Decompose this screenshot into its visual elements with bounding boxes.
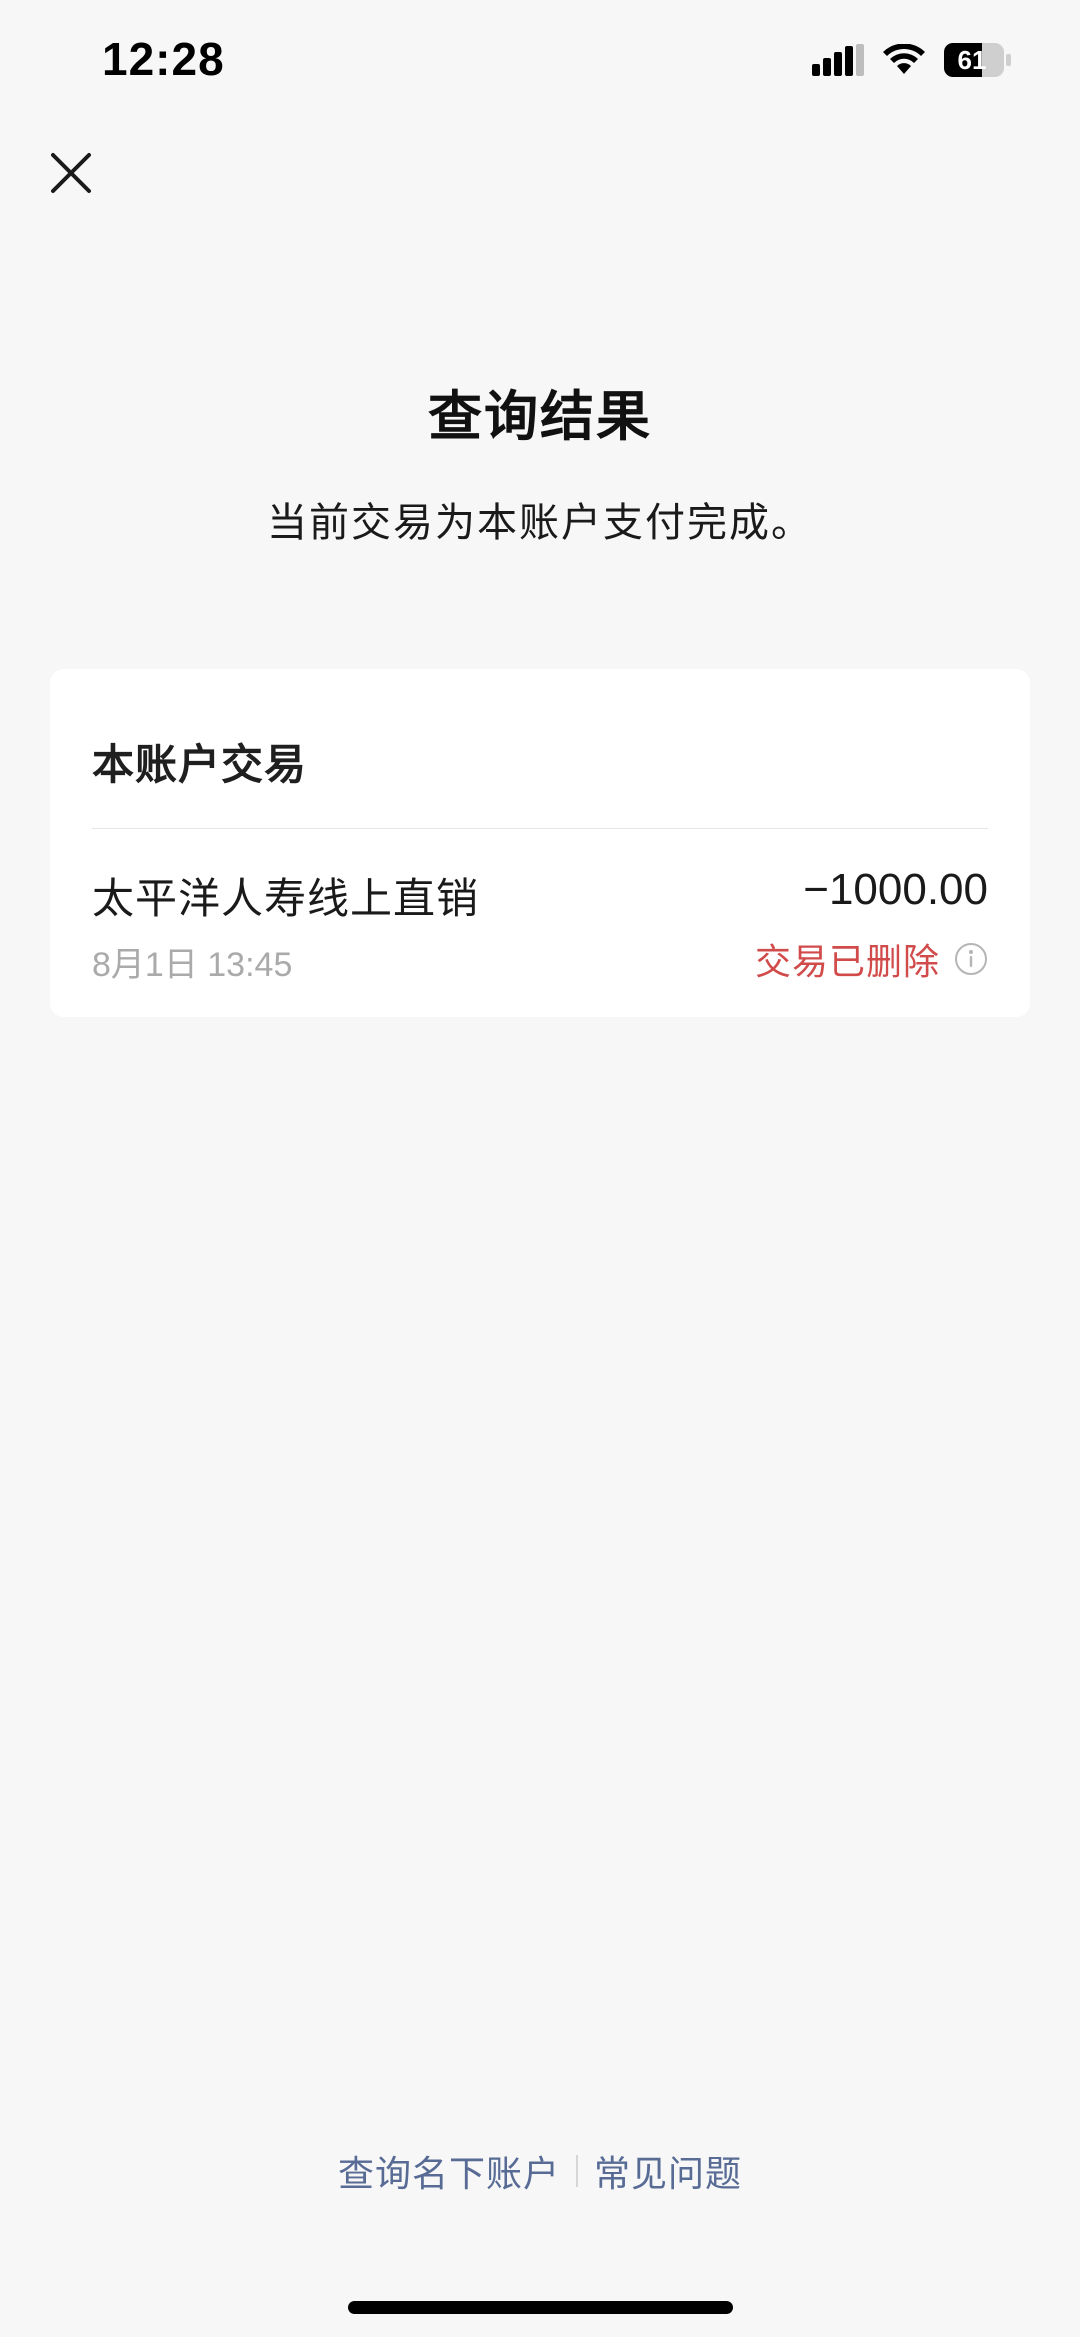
wifi-icon [883, 44, 925, 74]
battery-icon: 61 [944, 43, 1012, 77]
transaction-status: 交易已删除 [755, 933, 988, 985]
transaction-row[interactable]: 太平洋人寿线上直销 8月1日 13:45 −1000.00 交易已删除 [50, 829, 1030, 1017]
page-title: 查询结果 [428, 387, 652, 447]
merchant-name: 太平洋人寿线上直销 [92, 875, 480, 922]
transaction-amount: −1000.00 [803, 865, 988, 914]
status-text: 交易已删除 [754, 941, 940, 982]
battery-level: 61 [957, 45, 987, 75]
status-bar: 12:28 61 [0, 0, 1080, 120]
home-indicator [348, 2301, 733, 2314]
footer-divider [576, 2155, 578, 2187]
footer-links: 查询名下账户 常见问题 [0, 2145, 1080, 2197]
status-icons: 61 [812, 40, 1012, 80]
signal-icon [812, 44, 864, 76]
query-accounts-link[interactable]: 查询名下账户 [338, 2145, 560, 2197]
card-title: 本账户交易 [92, 741, 308, 788]
transaction-time: 8月1日 13:45 [92, 946, 293, 984]
info-icon[interactable] [954, 942, 988, 976]
page-subtitle: 当前交易为本账户支付完成。 [267, 501, 813, 545]
transaction-card: 本账户交易 太平洋人寿线上直销 8月1日 13:45 −1000.00 交易已删… [50, 669, 1030, 1017]
status-time: 12:28 [102, 33, 225, 85]
faq-link[interactable]: 常见问题 [594, 2145, 742, 2197]
close-icon[interactable] [44, 146, 98, 200]
